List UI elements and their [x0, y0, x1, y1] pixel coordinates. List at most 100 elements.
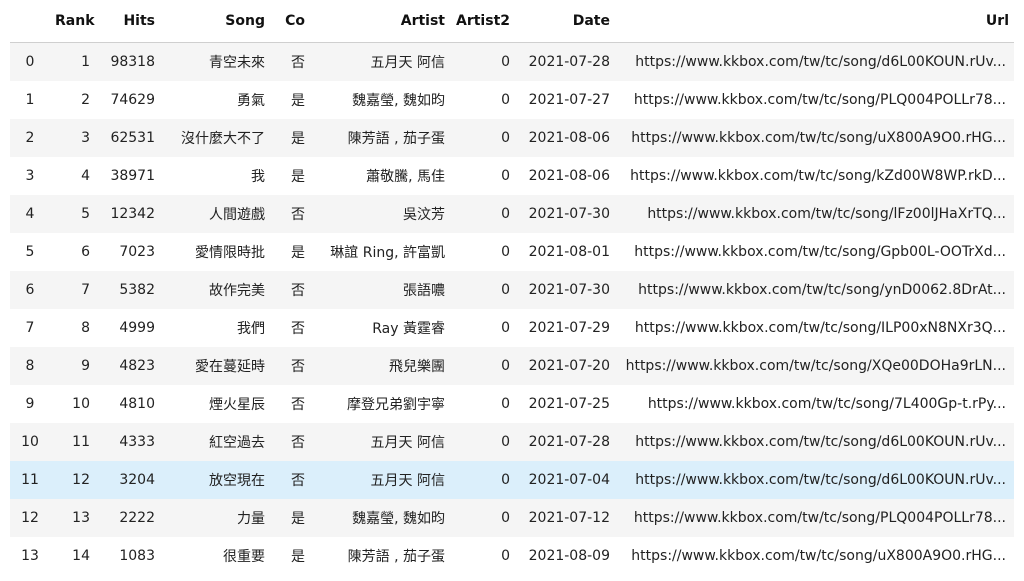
table-row[interactable]: 3 4 38971 我是蕭敬騰, 馬佳 0 2021-08-06 https://www.k…	[10, 157, 1014, 195]
cell-co: 是	[270, 81, 310, 119]
col-header-url: Url	[615, 0, 1014, 43]
cell-song: 人間遊戲	[160, 195, 270, 233]
cell-date: 2021-07-30	[515, 195, 615, 233]
cell-url: https://www.kkbox.com/tw/tc/song/d6L00KO…	[615, 461, 1014, 499]
cell-rank: 7	[50, 271, 95, 309]
row-index: 12	[10, 499, 50, 537]
table-row[interactable]: 13 14 1083 很重要是陳芳語 , 茄子蛋 0 2021-08-09 https://…	[10, 537, 1014, 575]
col-header-rank: Rank	[50, 0, 95, 43]
cell-co: 是	[270, 537, 310, 575]
table-row[interactable]: 12 13 2222 力量是魏嘉瑩, 魏如昀 0 2021-07-12 https://ww…	[10, 499, 1014, 537]
table-row[interactable]: 2 3 62531 沒什麼大不了是陳芳語 , 茄子蛋 0 2021-08-06 https:…	[10, 119, 1014, 157]
cell-co: 否	[270, 309, 310, 347]
cell-date: 2021-07-30	[515, 271, 615, 309]
cell-artist2: 0	[450, 347, 515, 385]
col-header-artist2: Artist2	[450, 0, 515, 43]
cell-artist2: 0	[450, 385, 515, 423]
table-row[interactable]: 6 7 5382 故作完美否張語噥 0 2021-07-30 https://www.kkb…	[10, 271, 1014, 309]
cell-url: https://www.kkbox.com/tw/tc/song/lFz00lJ…	[615, 195, 1014, 233]
row-index: 4	[10, 195, 50, 233]
col-header-co: Co	[270, 0, 310, 43]
dataframe-table: Rank Hits Song Co Artist Artist2 Date Ur…	[10, 0, 1014, 575]
cell-rank: 14	[50, 537, 95, 575]
cell-artist: 陳芳語 , 茄子蛋	[310, 119, 450, 157]
cell-artist: 魏嘉瑩, 魏如昀	[310, 499, 450, 537]
col-header-artist: Artist	[310, 0, 450, 43]
cell-artist2: 0	[450, 119, 515, 157]
table-row[interactable]: 8 9 4823 愛在蔓延時否飛兒樂團 0 2021-07-20 https://www.k…	[10, 347, 1014, 385]
row-index: 8	[10, 347, 50, 385]
cell-song: 煙火星辰	[160, 385, 270, 423]
row-index: 7	[10, 309, 50, 347]
cell-song: 我們	[160, 309, 270, 347]
cell-url: https://www.kkbox.com/tw/tc/song/d6L00KO…	[615, 423, 1014, 461]
cell-artist: 陳芳語 , 茄子蛋	[310, 537, 450, 575]
cell-artist2: 0	[450, 271, 515, 309]
col-header-index	[10, 0, 50, 43]
table-row[interactable]: 11 12 3204 放空現在否五月天 阿信 0 2021-07-04 https://ww…	[10, 461, 1014, 499]
cell-song: 勇氣	[160, 81, 270, 119]
row-index: 3	[10, 157, 50, 195]
table-row[interactable]: 4 5 12342 人間遊戲否吳汶芳 0 2021-07-30 https://www.kk…	[10, 195, 1014, 233]
row-index: 13	[10, 537, 50, 575]
cell-hits: 1083	[95, 537, 160, 575]
cell-date: 2021-08-09	[515, 537, 615, 575]
row-index: 9	[10, 385, 50, 423]
cell-co: 否	[270, 347, 310, 385]
cell-rank: 6	[50, 233, 95, 271]
cell-hits: 74629	[95, 81, 160, 119]
cell-artist: 蕭敬騰, 馬佳	[310, 157, 450, 195]
cell-date: 2021-08-01	[515, 233, 615, 271]
cell-date: 2021-07-25	[515, 385, 615, 423]
cell-hits: 62531	[95, 119, 160, 157]
cell-artist: 飛兒樂團	[310, 347, 450, 385]
row-index: 0	[10, 42, 50, 81]
cell-url: https://www.kkbox.com/tw/tc/song/uX800A9…	[615, 537, 1014, 575]
cell-rank: 9	[50, 347, 95, 385]
cell-song: 很重要	[160, 537, 270, 575]
cell-co: 否	[270, 271, 310, 309]
cell-date: 2021-07-27	[515, 81, 615, 119]
cell-rank: 8	[50, 309, 95, 347]
cell-song: 愛情限時批	[160, 233, 270, 271]
cell-rank: 12	[50, 461, 95, 499]
cell-artist2: 0	[450, 309, 515, 347]
cell-rank: 10	[50, 385, 95, 423]
table-row[interactable]: 0 1 98318 青空未來否五月天 阿信 0 2021-07-28 https://www…	[10, 42, 1014, 81]
cell-artist: 魏嘉瑩, 魏如昀	[310, 81, 450, 119]
cell-song: 放空現在	[160, 461, 270, 499]
cell-artist: 摩登兄弟劉宇寧	[310, 385, 450, 423]
cell-date: 2021-07-12	[515, 499, 615, 537]
row-index: 10	[10, 423, 50, 461]
cell-hits: 4999	[95, 309, 160, 347]
cell-song: 青空未來	[160, 42, 270, 81]
row-index: 11	[10, 461, 50, 499]
cell-url: https://www.kkbox.com/tw/tc/song/uX800A9…	[615, 119, 1014, 157]
cell-rank: 5	[50, 195, 95, 233]
cell-hits: 12342	[95, 195, 160, 233]
cell-co: 是	[270, 233, 310, 271]
row-index: 1	[10, 81, 50, 119]
table-row[interactable]: 9 10 4810 煙火星辰否摩登兄弟劉宇寧 0 2021-07-25 https://ww…	[10, 385, 1014, 423]
cell-song: 沒什麼大不了	[160, 119, 270, 157]
cell-hits: 98318	[95, 42, 160, 81]
col-header-song: Song	[160, 0, 270, 43]
cell-date: 2021-08-06	[515, 157, 615, 195]
cell-url: https://www.kkbox.com/tw/tc/song/Gpb00L-…	[615, 233, 1014, 271]
table-row[interactable]: 1 2 74629 勇氣是魏嘉瑩, 魏如昀 0 2021-07-27 https://www…	[10, 81, 1014, 119]
table-row[interactable]: 7 8 4999 我們否 Ray 黃霆睿 0 2021-07-29 https://www.k…	[10, 309, 1014, 347]
cell-artist: 五月天 阿信	[310, 461, 450, 499]
cell-url: https://www.kkbox.com/tw/tc/song/PLQ004P…	[615, 81, 1014, 119]
cell-url: https://www.kkbox.com/tw/tc/song/ynD0062…	[615, 271, 1014, 309]
cell-hits: 2222	[95, 499, 160, 537]
cell-artist2: 0	[450, 42, 515, 81]
cell-artist: 琳誼 Ring, 許富凱	[310, 233, 450, 271]
cell-song: 愛在蔓延時	[160, 347, 270, 385]
cell-artist2: 0	[450, 195, 515, 233]
col-header-hits: Hits	[95, 0, 160, 43]
cell-song: 紅空過去	[160, 423, 270, 461]
cell-date: 2021-07-04	[515, 461, 615, 499]
cell-artist2: 0	[450, 499, 515, 537]
table-row[interactable]: 10 11 4333 紅空過去否五月天 阿信 0 2021-07-28 https://ww…	[10, 423, 1014, 461]
table-row[interactable]: 5 6 7023 愛情限時批是琳誼 Ring, 許富凱 0 2021-08-01 https…	[10, 233, 1014, 271]
